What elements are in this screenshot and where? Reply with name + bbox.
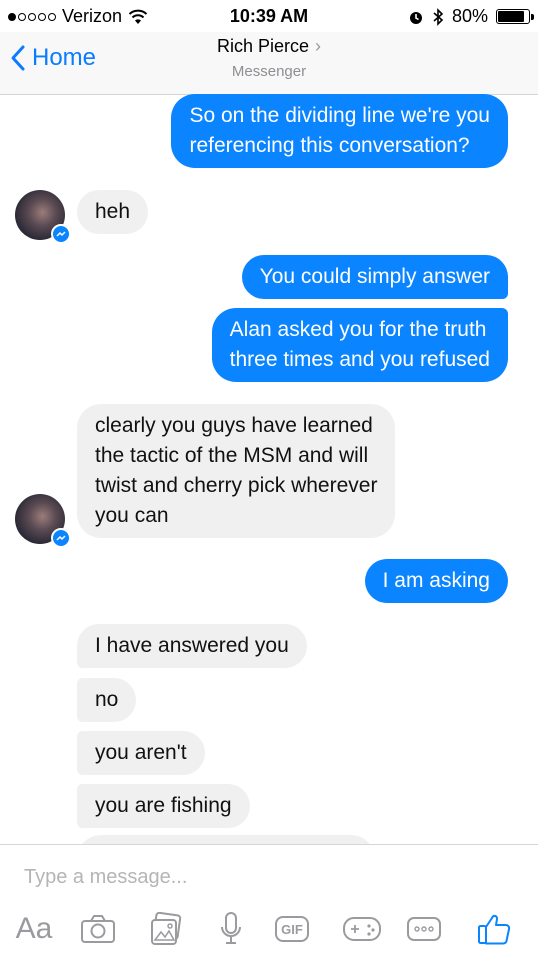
gif-button[interactable]: GIF bbox=[272, 907, 312, 951]
message-bubble-outgoing[interactable]: I am asking bbox=[364, 559, 508, 603]
bluetooth-icon bbox=[433, 7, 444, 26]
camera-icon bbox=[81, 915, 115, 943]
contact-avatar[interactable] bbox=[15, 190, 71, 244]
like-icon bbox=[478, 914, 511, 945]
message-bubble-incoming[interactable]: no bbox=[77, 678, 137, 722]
message-input[interactable] bbox=[22, 865, 506, 890]
message-bubble-incoming[interactable]: clearly you guys have learned the tactic… bbox=[77, 404, 396, 538]
contact-avatar[interactable] bbox=[15, 494, 71, 548]
text-format-icon: Aa bbox=[15, 912, 53, 945]
message-bubble-incoming[interactable]: I have answered you bbox=[77, 624, 307, 668]
composer-toolbar: Aa GIF bbox=[0, 907, 538, 955]
message-thread[interactable]: So on the dividing line we're you refere… bbox=[0, 94, 538, 844]
navigation-bar: Home Rich Pierce › Messenger bbox=[0, 32, 538, 95]
contact-name: Rich Pierce bbox=[216, 36, 310, 56]
more-icon bbox=[407, 917, 441, 941]
chevron-right-icon: › bbox=[315, 36, 322, 56]
microphone-icon bbox=[221, 912, 241, 944]
photo-gallery-button[interactable] bbox=[146, 907, 186, 951]
like-button[interactable] bbox=[474, 907, 514, 951]
conversation-header[interactable]: Rich Pierce › Messenger bbox=[0, 36, 538, 80]
battery-percent: 80% bbox=[451, 6, 488, 26]
message-bubble-incoming[interactable]: you are fishing bbox=[77, 784, 250, 828]
battery-icon bbox=[496, 9, 534, 24]
text-format-button[interactable]: Aa bbox=[12, 907, 56, 951]
message-bubble-outgoing[interactable]: You could simply answer bbox=[241, 255, 508, 299]
status-bar: Verizon 10:39 AM 80% bbox=[0, 0, 538, 32]
app-subtitle: Messenger bbox=[231, 63, 307, 80]
camera-button[interactable] bbox=[78, 907, 118, 951]
gif-icon: GIF bbox=[275, 916, 309, 942]
more-options-button[interactable] bbox=[404, 907, 444, 951]
alarm-icon bbox=[409, 11, 422, 24]
game-controller-icon bbox=[343, 917, 381, 941]
games-button[interactable] bbox=[340, 907, 384, 951]
voice-message-button[interactable] bbox=[214, 907, 248, 951]
message-bubble-incoming-partial[interactable] bbox=[77, 835, 375, 844]
message-bubble-incoming[interactable]: you aren't bbox=[77, 731, 205, 775]
message-bubble-outgoing[interactable]: Alan asked you for the truth three times… bbox=[211, 308, 508, 382]
messenger-badge-icon bbox=[51, 528, 71, 548]
photo-gallery-icon bbox=[151, 912, 182, 945]
message-bubble-outgoing[interactable]: So on the dividing line we're you refere… bbox=[171, 94, 508, 168]
message-bubble-incoming[interactable]: heh bbox=[77, 190, 149, 234]
messenger-badge-icon bbox=[51, 224, 71, 244]
composer: Aa GIF bbox=[0, 844, 538, 961]
